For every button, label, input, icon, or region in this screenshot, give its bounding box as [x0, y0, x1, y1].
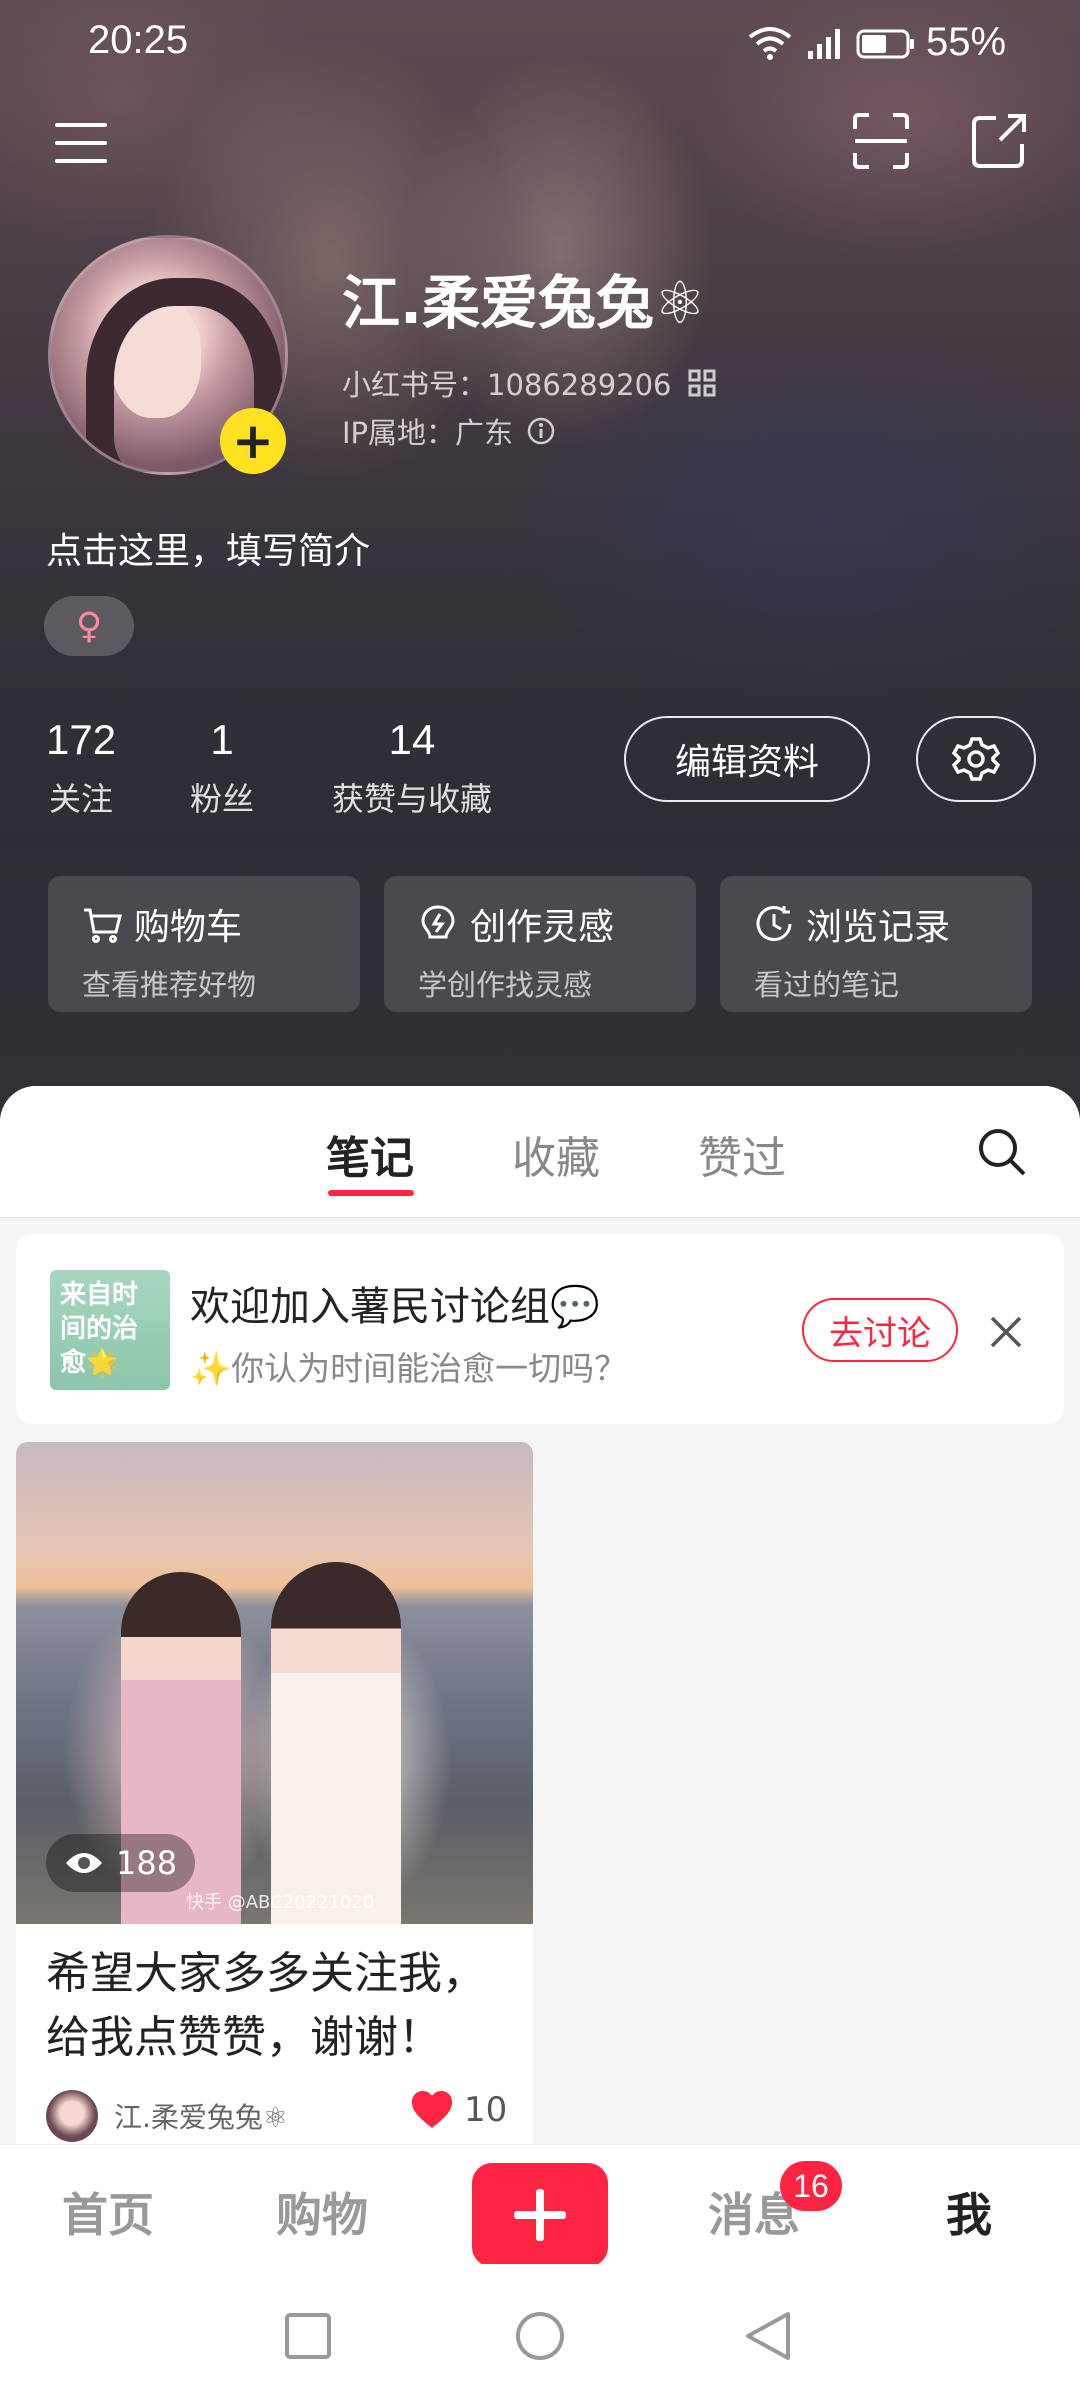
banner-thumbnail: 来自时间的治愈🌟	[50, 1270, 170, 1390]
quick-link-subtitle: 学创作找灵感	[418, 968, 593, 1002]
quick-link-cart[interactable]: 购物车 查看推荐好物	[48, 876, 360, 1012]
tab-liked[interactable]: 赞过	[698, 1122, 786, 1186]
stat-following[interactable]: 172 关注	[46, 716, 116, 820]
nav-shop[interactable]: 购物	[276, 2179, 368, 2245]
go-discuss-button[interactable]: 去讨论	[802, 1298, 958, 1362]
plus-icon	[514, 2189, 566, 2241]
system-nav-bar	[0, 2264, 1080, 2400]
close-icon[interactable]	[988, 1314, 1024, 1350]
nav-home[interactable]: 首页	[62, 2179, 154, 2245]
quick-link-inspiration[interactable]: 创作灵感 学创作找灵感	[384, 876, 696, 1012]
stat-label: 获赞与收藏	[332, 780, 493, 818]
heart-icon	[412, 2091, 452, 2128]
note-likes[interactable]: 10	[410, 2090, 507, 2130]
stat-value: 14	[388, 716, 436, 763]
menu-icon[interactable]	[48, 110, 114, 176]
cart-icon	[84, 908, 122, 943]
settings-button[interactable]	[916, 716, 1036, 802]
profile-id-row: 小红书号：1086289206	[342, 362, 716, 404]
quick-link-history[interactable]: 浏览记录 看过的笔记	[720, 876, 1032, 1012]
author-name: 江.柔爱兔兔⚛	[114, 2101, 289, 2134]
eye-icon	[66, 1853, 102, 1873]
bottom-nav: 首页 购物 消息 16 我	[0, 2144, 1080, 2267]
stat-label: 粉丝	[190, 780, 255, 818]
add-avatar-icon[interactable]: +	[220, 408, 286, 474]
edit-profile-button[interactable]: 编辑资料	[624, 716, 870, 802]
status-time: 20:25	[88, 18, 189, 62]
note-author[interactable]: 江.柔爱兔兔⚛	[46, 2090, 288, 2142]
tab-notes[interactable]: 笔记	[326, 1122, 414, 1186]
nav-me[interactable]: 我	[946, 2179, 992, 2245]
tab-active-indicator	[328, 1190, 414, 1196]
bulb-icon	[421, 905, 455, 939]
wifi-icon	[748, 26, 792, 60]
recents-icon[interactable]	[284, 2312, 332, 2360]
view-count: 188	[46, 1834, 196, 1892]
gender-tag: ♀	[44, 596, 134, 656]
tab-bar: 笔记 收藏 赞过	[0, 1086, 1080, 1218]
quick-link-title: 创作灵感	[470, 907, 615, 948]
battery-icon	[856, 29, 914, 58]
note-title: 希望大家多多关注我，给我点赞赞，谢谢！	[46, 1948, 486, 2063]
bio-placeholder[interactable]: 点击这里，填写简介	[46, 522, 370, 574]
back-icon[interactable]	[744, 2310, 792, 2362]
clock-icon	[756, 906, 792, 941]
cover-figure-right	[271, 1562, 401, 1924]
publish-button[interactable]	[472, 2163, 608, 2267]
info-icon[interactable]	[527, 417, 555, 445]
scan-icon[interactable]	[848, 108, 914, 174]
profile-ip: IP属地：广东	[342, 416, 514, 450]
quick-link-title: 购物车	[134, 907, 243, 948]
signal-icon	[808, 28, 840, 59]
stat-followers[interactable]: 1 粉丝	[190, 716, 254, 820]
view-count-value: 188	[116, 1844, 178, 1882]
stat-label: 关注	[49, 780, 114, 818]
tab-collections[interactable]: 收藏	[512, 1122, 600, 1186]
profile-ip-row: IP属地：广东	[342, 410, 555, 452]
share-icon[interactable]	[966, 108, 1032, 174]
quick-link-subtitle: 看过的笔记	[754, 968, 900, 1002]
stat-likes-collects[interactable]: 14 获赞与收藏	[332, 716, 492, 820]
profile-name: 江.柔爱兔兔⚛	[342, 269, 707, 337]
battery-percent: 55%	[926, 20, 1007, 64]
likes-count: 10	[464, 2090, 508, 2130]
discussion-banner[interactable]: 来自时间的治愈🌟 欢迎加入薯民讨论组💬 ✨你认为时间能治愈一切吗？ 去讨论	[16, 1234, 1064, 1424]
stat-value: 1	[210, 716, 234, 763]
stat-value: 172	[46, 716, 117, 763]
home-circle-icon[interactable]	[514, 2310, 566, 2362]
author-avatar	[46, 2090, 98, 2142]
qrcode-icon[interactable]	[688, 369, 716, 397]
profile-id: 小红书号：1086289206	[342, 368, 672, 402]
banner-title: 欢迎加入薯民讨论组💬	[190, 1284, 600, 1330]
quick-link-title: 浏览记录	[806, 907, 951, 948]
status-icons: 55%	[748, 20, 1006, 65]
gear-icon	[952, 737, 1000, 781]
message-badge: 16	[780, 2161, 842, 2211]
search-icon[interactable]	[976, 1126, 1028, 1178]
note-card[interactable]: 188 快手 @ABC20221020 希望大家多多关注我，给我点赞赞，谢谢！ …	[16, 1442, 533, 2162]
banner-subtitle: ✨你认为时间能治愈一切吗？	[190, 1349, 628, 1388]
quick-link-subtitle: 查看推荐好物	[82, 968, 257, 1002]
watermark: 快手 @ABC20221020	[186, 1892, 375, 1913]
